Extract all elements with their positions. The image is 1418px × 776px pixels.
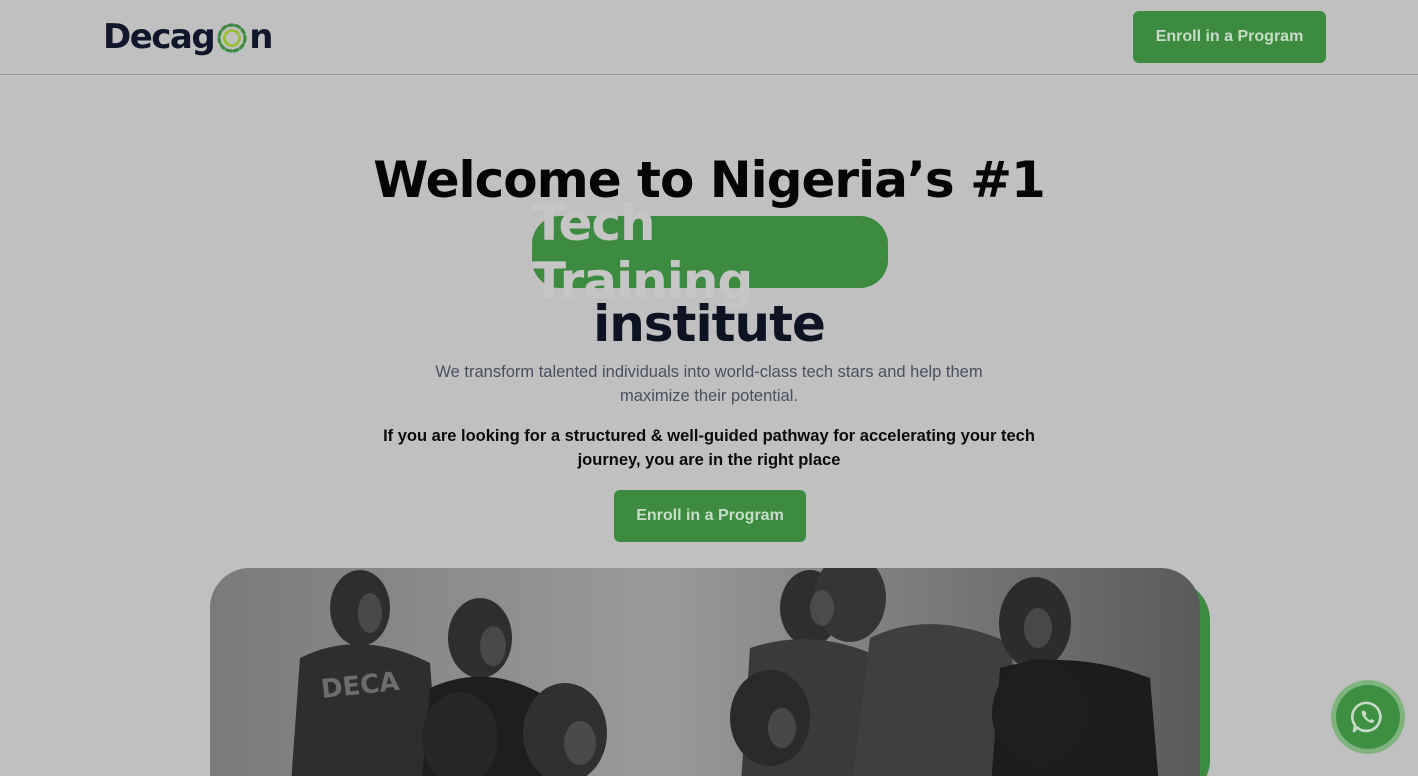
- logo-ring-icon: [217, 23, 247, 53]
- hero-title-highlight: Tech Training: [532, 194, 888, 310]
- decagon-logo[interactable]: Decag n: [103, 16, 273, 58]
- whatsapp-icon: [1351, 701, 1382, 733]
- hero-enroll-button[interactable]: Enroll in a Program: [614, 490, 806, 542]
- logo-text-start: Decag: [103, 17, 216, 57]
- site-header: Decag n Enroll in a Program: [0, 0, 1418, 75]
- students-photo-illustration: DECA: [210, 568, 1200, 776]
- students-photo: DECA: [210, 568, 1200, 776]
- header-enroll-button[interactable]: Enroll in a Program: [1133, 11, 1326, 63]
- whatsapp-button-inner: [1336, 685, 1400, 749]
- logo-text-end: n: [249, 17, 273, 57]
- hero-highlight-text: Tech Training: [532, 194, 753, 310]
- hero-title-line3: institute: [593, 295, 826, 353]
- whatsapp-chat-button[interactable]: [1331, 680, 1405, 754]
- hero-subtitle: We transform talented individuals into w…: [435, 363, 983, 405]
- hero-tagline: If you are looking for a structured & we…: [383, 427, 1035, 469]
